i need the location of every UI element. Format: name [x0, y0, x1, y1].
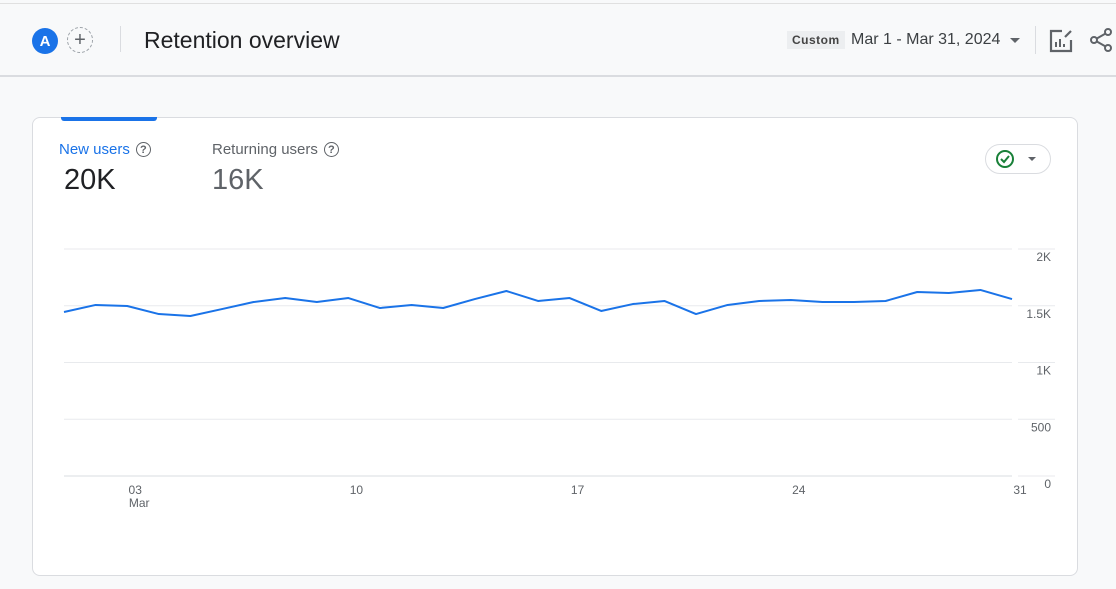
x-tick-label: 17 [571, 483, 585, 497]
x-tick-label: 31 [1013, 483, 1027, 497]
y-tick-label: 0 [1044, 477, 1051, 491]
x-tick-label: 03 [129, 483, 143, 497]
x-tick-label: 10 [350, 483, 364, 497]
y-tick-label: 1.5K [1026, 307, 1051, 321]
x-tick-sublabel: Mar [129, 496, 150, 510]
y-tick-label: 500 [1031, 420, 1051, 434]
y-tick-label: 2K [1036, 250, 1051, 264]
x-tick-label: 24 [792, 483, 806, 497]
series-line [63, 288, 1013, 317]
y-tick-label: 1K [1036, 364, 1051, 378]
line-chart: 0 500 1K 1.5K 2K 03Mar 10 17 24 31 [63, 248, 1055, 510]
